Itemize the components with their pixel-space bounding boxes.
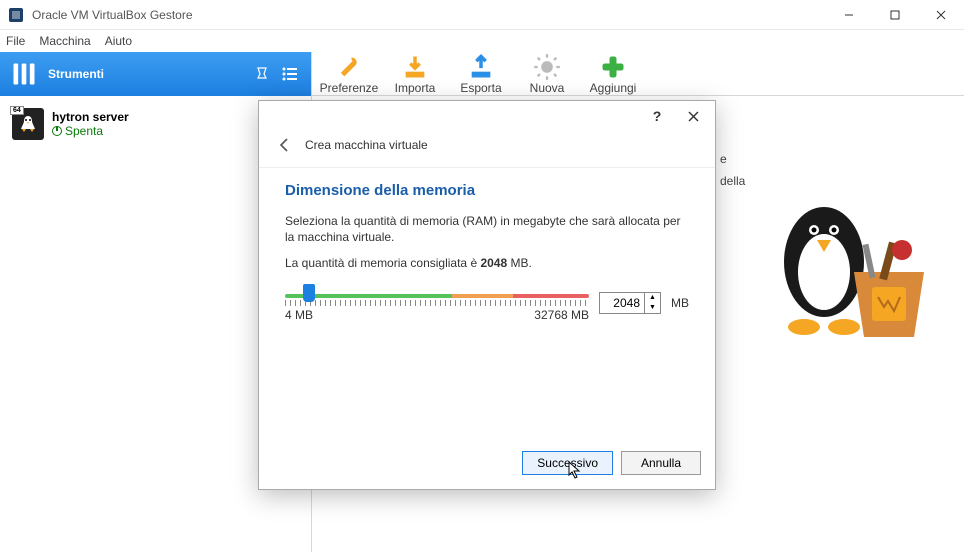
window-title: Oracle VM VirtualBox Gestore <box>32 8 826 22</box>
memory-input[interactable] <box>600 296 644 310</box>
toolbar-export[interactable]: Esporta <box>452 53 510 95</box>
menu-file[interactable]: File <box>6 34 25 48</box>
app-logo-icon <box>8 7 24 23</box>
pin-icon[interactable] <box>251 63 273 85</box>
vm-os-icon: 64 <box>12 108 44 140</box>
plus-icon <box>599 53 627 81</box>
memory-spinbox[interactable]: ▲ ▼ <box>599 292 661 314</box>
memory-unit: MB <box>671 296 689 310</box>
maximize-button[interactable] <box>872 0 918 30</box>
toolbar-add[interactable]: Aggiungi <box>584 53 642 95</box>
back-arrow-icon[interactable] <box>277 137 293 153</box>
sun-icon <box>533 53 561 81</box>
slider-thumb[interactable] <box>303 284 315 302</box>
dialog-help-button[interactable]: ? <box>639 102 675 130</box>
export-icon <box>467 53 495 81</box>
spin-down-button[interactable]: ▼ <box>645 303 660 313</box>
wizard-title: Crea macchina virtuale <box>305 138 428 152</box>
toolbar-preferences[interactable]: Preferenze <box>320 53 378 95</box>
cancel-button[interactable]: Annulla <box>621 451 701 475</box>
menu-help[interactable]: Aiuto <box>105 34 132 48</box>
wrench-icon <box>335 53 363 81</box>
slider-min-label: 4 MB <box>285 308 313 322</box>
welcome-fragment: della <box>720 174 745 188</box>
recommended-text: La quantità di memoria consigliata è 204… <box>285 255 689 271</box>
import-icon <box>401 53 429 81</box>
toolbar-import[interactable]: Importa <box>386 53 444 95</box>
menu-machine[interactable]: Macchina <box>39 34 90 48</box>
arch-badge: 64 <box>10 106 24 115</box>
welcome-fragment: e <box>720 152 727 166</box>
close-button[interactable] <box>918 0 964 30</box>
slider-max-label: 32768 MB <box>534 308 589 322</box>
vm-state: Spenta <box>65 124 103 138</box>
memory-slider[interactable]: 4 MB 32768 MB <box>285 284 589 322</box>
dialog-close-button[interactable] <box>675 102 711 130</box>
create-vm-dialog: ? Crea macchina virtuale Dimensione dell… <box>258 100 716 490</box>
vm-name: hytron server <box>52 110 129 124</box>
list-icon[interactable] <box>279 63 301 85</box>
tools-label: Strumenti <box>48 67 104 81</box>
spin-up-button[interactable]: ▲ <box>645 293 660 303</box>
minimize-button[interactable] <box>826 0 872 30</box>
next-button[interactable]: Successivo <box>522 451 613 475</box>
step-description: Seleziona la quantità di memoria (RAM) i… <box>285 213 689 245</box>
welcome-illustration <box>754 172 934 352</box>
power-icon <box>52 126 62 136</box>
tools-header[interactable]: Strumenti <box>0 52 311 96</box>
step-heading: Dimensione della memoria <box>285 182 689 199</box>
toolbar-new[interactable]: Nuova <box>518 53 576 95</box>
tools-icon <box>10 60 38 88</box>
